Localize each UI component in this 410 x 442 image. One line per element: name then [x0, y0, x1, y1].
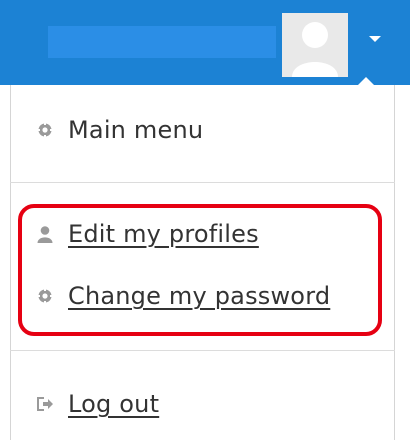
- dropdown-pointer: [357, 77, 375, 86]
- navbar: [0, 0, 410, 85]
- menu-item-edit-profile[interactable]: Edit my profiles: [10, 212, 370, 256]
- menu-item-label: Edit my profiles: [68, 220, 259, 248]
- sign-out-icon: [36, 395, 54, 413]
- menu-item-main-menu[interactable]: Main menu: [10, 108, 370, 152]
- menu-item-change-password[interactable]: Change my password: [10, 274, 370, 318]
- site-name-bar: [48, 26, 276, 58]
- gear-icon: [36, 121, 54, 139]
- user-avatar-icon[interactable]: [282, 13, 348, 77]
- menu-divider: [10, 350, 395, 351]
- menu-item-label: Main menu: [68, 116, 204, 144]
- gear-icon: [36, 287, 54, 305]
- menu-item-log-out[interactable]: Log out: [10, 382, 370, 426]
- caret-down-icon: [369, 36, 381, 42]
- menu-item-label: Change my password: [68, 282, 331, 310]
- user-icon: [36, 225, 54, 243]
- menu-item-label: Log out: [68, 390, 160, 418]
- user-menu-toggle[interactable]: [352, 0, 398, 85]
- menu-divider: [10, 182, 395, 183]
